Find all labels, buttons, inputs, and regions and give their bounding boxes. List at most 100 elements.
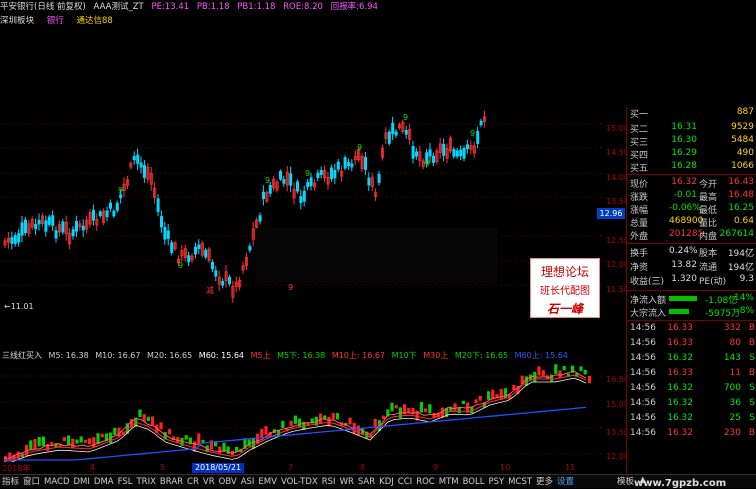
sector-tdx88[interactable]: 通达信88 — [76, 16, 112, 26]
indicator-bar — [251, 437, 255, 449]
indicator-tab[interactable]: 指标 — [2, 477, 19, 487]
template-button[interactable]: 模板 — [617, 475, 634, 487]
stat-value: -0.01 — [673, 190, 697, 200]
candle-body — [136, 154, 140, 164]
candle-body — [71, 229, 75, 237]
stat-value: 16.32 — [671, 177, 697, 187]
sector-shenzhen[interactable]: 深圳板块 — [0, 16, 34, 26]
indicator-tab[interactable]: ROC — [416, 477, 435, 487]
flow-pct: -14% — [730, 293, 754, 303]
stat-label: 内盘 — [699, 232, 718, 242]
bid-row[interactable]: 买二 16.31 9529 — [627, 122, 756, 135]
candle-body — [221, 280, 225, 286]
sub-indicator-name[interactable]: 三线红买入 — [2, 351, 42, 360]
candle-body — [377, 173, 381, 183]
indicator-tab[interactable]: ASI — [241, 477, 255, 487]
stat-value: 16.43 — [728, 177, 754, 187]
candle-body — [289, 173, 293, 186]
candle-body — [414, 151, 418, 157]
indicator-bar — [394, 405, 398, 409]
indicator-tab[interactable]: BOLL — [463, 477, 485, 487]
indicator-tab[interactable]: 设置 — [557, 477, 574, 487]
indicator-bar — [184, 435, 188, 440]
indicator-tab[interactable]: MACD — [44, 477, 69, 487]
indicator-tab[interactable]: MCST — [508, 477, 532, 487]
price-tick: 12.00 — [606, 260, 629, 269]
indicator-bar — [83, 439, 87, 443]
signal-marker: 9 — [305, 169, 310, 178]
indicator-tab[interactable]: EMV — [258, 477, 277, 487]
candle-body — [336, 161, 340, 170]
signal-marker: 9 — [265, 176, 270, 185]
candle-body — [109, 202, 113, 209]
sub-chart-header[interactable]: 三线红买入 M5: 16.38 M10: 16.67 M20: 16.65 M6… — [2, 350, 572, 361]
indicator-tab[interactable]: WR — [340, 477, 354, 487]
tick-direction: B — [748, 323, 755, 333]
tick-volume: 700 — [723, 383, 741, 393]
candle-body — [44, 220, 48, 232]
sub-price-tick: 15.00 — [606, 400, 629, 409]
date-tick: 4 — [90, 463, 96, 472]
indicator-bar — [289, 420, 293, 426]
bid-row[interactable]: 买三 16.30 5484 — [627, 135, 756, 148]
candle-body — [350, 163, 354, 168]
signal-marker: 9 — [288, 283, 293, 292]
tick-volume: 36 — [729, 398, 741, 408]
indicator-bar — [478, 395, 482, 401]
m10up-value: M10上: 16.67 — [331, 351, 386, 360]
indicator-bar — [537, 366, 541, 376]
stat-value: 1.320 — [671, 274, 697, 284]
price-tick: 15.00 — [606, 124, 629, 133]
candle-body — [23, 219, 27, 234]
indicator-bar — [167, 429, 171, 435]
indicator-tab[interactable]: 更多 — [536, 477, 553, 487]
m30up-value: M30上 — [423, 351, 449, 360]
price-tick: 12.50 — [606, 236, 629, 245]
candle-body — [282, 178, 286, 184]
stat-label: 净资 — [630, 263, 649, 273]
m5up-value: M5上 — [250, 351, 271, 360]
stat-value: 468900 — [669, 216, 704, 226]
indicator-tab[interactable]: PSY — [488, 477, 504, 487]
indicator-tab[interactable]: RSI — [322, 477, 336, 487]
indicator-bar — [264, 426, 268, 435]
stock-title[interactable]: 平安银行(日线 前复权) — [0, 2, 86, 12]
sub-price-tick: 13.50 — [606, 428, 629, 437]
indicator-bar — [33, 439, 37, 450]
indicator-tab[interactable]: KDJ — [379, 477, 394, 487]
indicator-tab[interactable]: VOL-TDX — [281, 477, 318, 487]
candle-body — [115, 202, 119, 211]
bid-row[interactable]: 买四 16.29 490 — [627, 148, 756, 161]
indicator-tab[interactable]: FSL — [118, 477, 133, 487]
sector-bank[interactable]: 银行 — [47, 16, 64, 26]
flow-label: 净流入额 — [630, 296, 667, 306]
indicator-tab[interactable]: CCI — [398, 477, 412, 487]
m60up-value: M60上: 15.64 — [514, 351, 568, 360]
indicator-bar — [558, 370, 562, 379]
indicator-bar — [461, 400, 465, 404]
indicator-tab[interactable]: DMA — [94, 477, 114, 487]
indicator-tab[interactable]: CR — [187, 477, 199, 487]
bid-volume: 1066 — [731, 161, 754, 171]
candle-body — [139, 162, 143, 168]
stat-label: 总量 — [630, 219, 649, 229]
bid-row[interactable]: 买五 16.28 1066 — [627, 161, 756, 174]
stat-label: 最高 — [699, 193, 718, 203]
candle-body — [248, 245, 252, 251]
indicator-tab[interactable]: VR — [203, 477, 215, 487]
indicator-name[interactable]: AAA测试_ZT — [94, 2, 144, 12]
sub-indicator-chart[interactable] — [0, 362, 616, 462]
indicator-tab[interactable]: 窗口 — [23, 477, 40, 487]
candle-body — [119, 194, 123, 199]
indicator-tab[interactable]: OBV — [219, 477, 237, 487]
indicator-tab[interactable]: SAR — [358, 477, 375, 487]
indicator-tab[interactable]: MTM — [439, 477, 459, 487]
candle-body — [47, 216, 51, 225]
indicator-tab[interactable]: DMI — [74, 477, 90, 487]
indicator-tab[interactable]: BRAR — [160, 477, 183, 487]
indicator-tab[interactable]: TRIX — [136, 477, 155, 487]
date-cursor-label: 2018/05/21二 — [192, 463, 244, 482]
candle-body — [81, 225, 85, 231]
flow-value: -5975万 — [705, 309, 741, 319]
indicator-bar — [298, 418, 302, 427]
